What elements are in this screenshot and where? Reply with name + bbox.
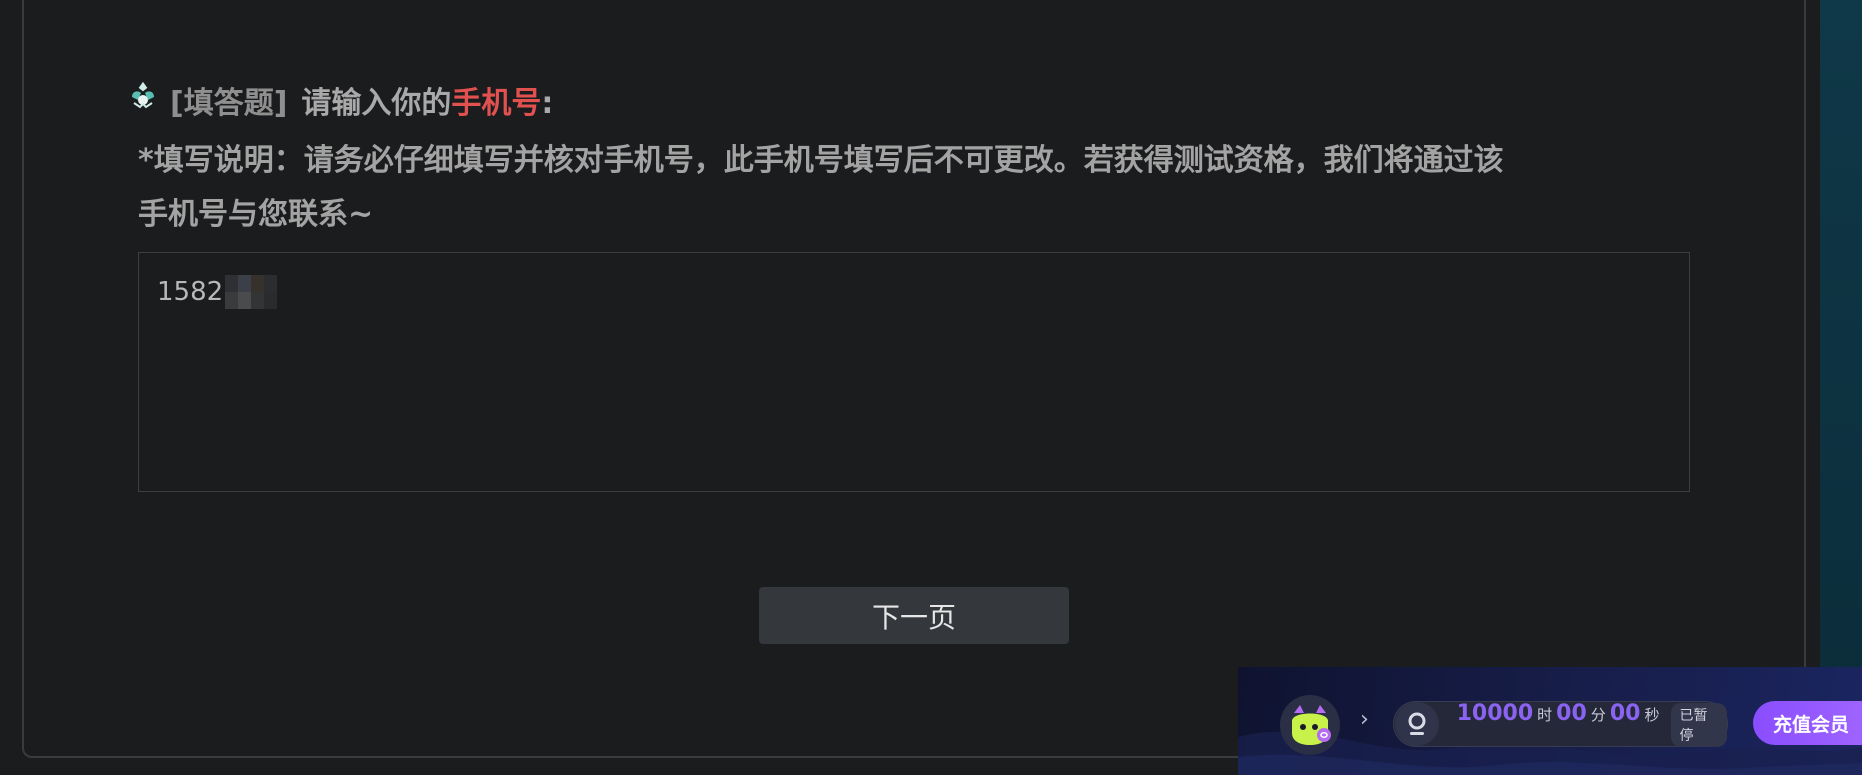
question-block: [填答题] 请输入你的 手机号 : *填写说明：请务必仔细填写并核对手机号，此手… xyxy=(128,80,1698,242)
remaining-time: 10000 时 00 分 00 秒 已暂停 xyxy=(1453,701,1727,747)
question-prompt-suffix: : xyxy=(541,86,554,121)
paused-badge: 已暂停 xyxy=(1671,703,1727,747)
hours-unit: 时 xyxy=(1537,706,1553,724)
mascot-avatar[interactable] xyxy=(1280,695,1340,755)
recharge-membership-button[interactable]: 充值会员 xyxy=(1753,701,1862,745)
question-title: [填答题] 请输入你的 手机号 : xyxy=(128,80,1698,128)
next-page-button[interactable]: 下一页 xyxy=(759,587,1069,644)
mascot-icon xyxy=(1292,705,1331,745)
question-marker-icon xyxy=(132,80,154,109)
question-prompt: 请输入你的 xyxy=(301,86,452,121)
timer-minutes: 00 xyxy=(1556,701,1587,726)
timer-pill: 10000 时 00 分 00 秒 已暂停 xyxy=(1393,701,1728,747)
bottom-status-bar: › 10000 时 00 分 00 秒 已暂停 充值会员 xyxy=(1238,667,1862,775)
question-prompt-highlight: 手机号 xyxy=(451,86,542,121)
timer-seconds: 00 xyxy=(1609,701,1641,726)
description-line-2: 手机号与您联系~ xyxy=(138,197,374,232)
description-line-1: *填写说明：请务必仔细填写并核对手机号，此手机号填写后不可更改。若获得测试资格，… xyxy=(138,143,1504,178)
seconds-unit: 秒 xyxy=(1644,706,1660,724)
expand-chevron-icon[interactable]: › xyxy=(1360,707,1369,732)
answer-value: 1582 xyxy=(157,275,278,309)
phone-number-visible: 1582 xyxy=(157,277,224,307)
phone-answer-textarea[interactable]: 1582 xyxy=(138,252,1690,492)
timer-clock-icon[interactable] xyxy=(1395,702,1439,746)
timer-hours: 10000 xyxy=(1456,701,1534,726)
question-description: *填写说明：请务必仔细填写并核对手机号，此手机号填写后不可更改。若获得测试资格，… xyxy=(128,134,1698,242)
window-edge xyxy=(1820,0,1862,775)
question-type-label: [填答题] xyxy=(170,86,288,121)
redacted-digits-mosaic xyxy=(225,275,278,309)
minutes-unit: 分 xyxy=(1590,706,1606,724)
